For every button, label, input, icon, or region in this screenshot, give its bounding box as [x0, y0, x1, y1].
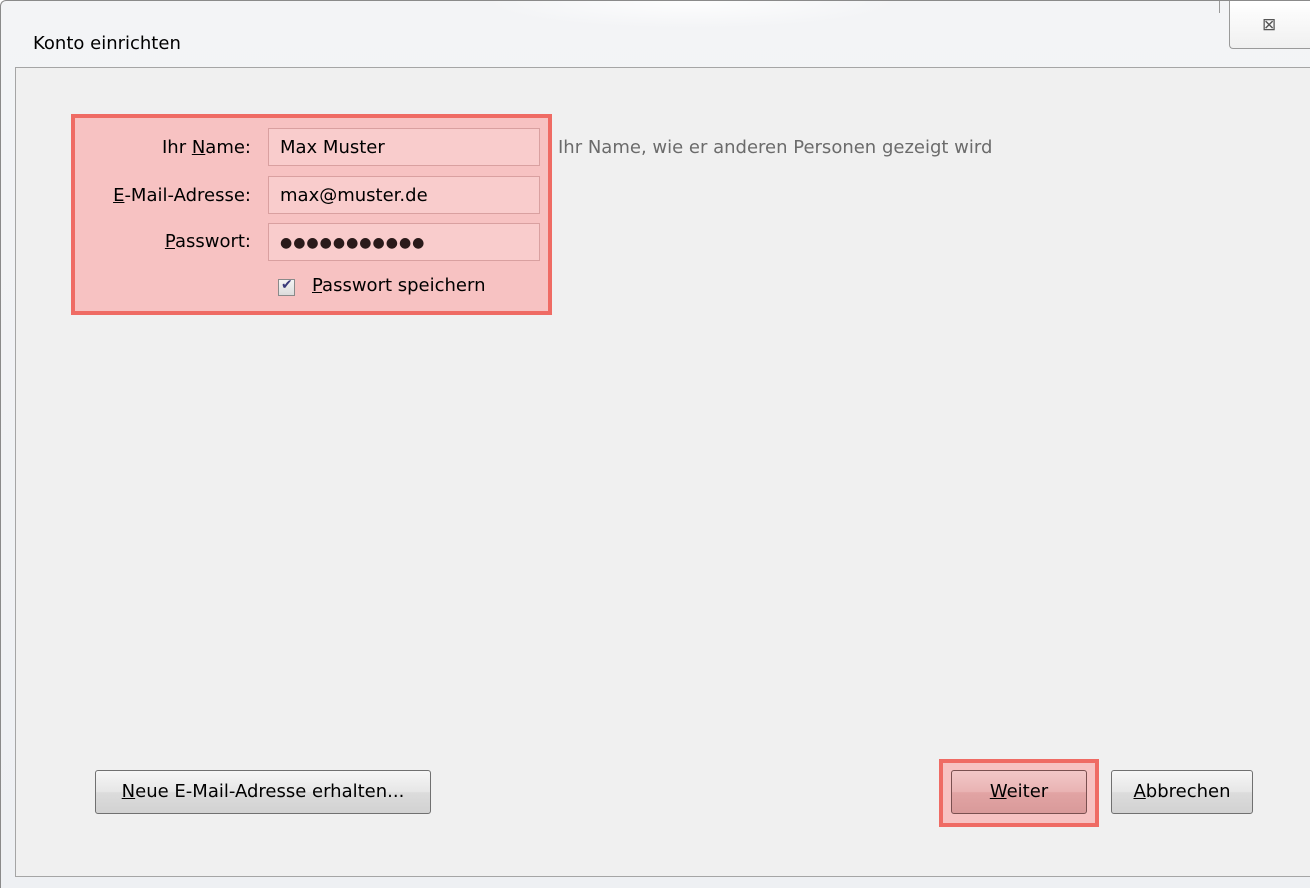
cancel-button[interactable]: Abbrechen — [1111, 770, 1253, 814]
title-bar-glare — [481, 1, 901, 29]
new-email-button[interactable]: Neue E-Mail-Adresse erhalten... — [95, 770, 431, 814]
dialog-title: Konto einrichten — [33, 33, 181, 54]
window-edge-line — [1219, 1, 1220, 13]
name-label: Ihr Name: — [161, 137, 251, 158]
close-icon: ⊠ — [1262, 15, 1277, 35]
remember-password-checkbox[interactable]: ✔ — [278, 277, 295, 296]
name-input[interactable]: Max Muster — [268, 128, 540, 166]
close-button[interactable]: ⊠ — [1229, 1, 1310, 49]
password-input[interactable]: ●●●●●●●●●●● — [268, 223, 540, 261]
email-label: E-Mail-Adresse: — [113, 185, 251, 206]
password-label: Passwort: — [164, 231, 251, 252]
remember-password-label[interactable]: Passwort speichern — [312, 275, 486, 296]
email-input[interactable]: max@muster.de — [268, 176, 540, 214]
next-button[interactable]: Weiter — [951, 770, 1087, 814]
dialog-window: ⊠ Konto einrichten Ihr Name: Max Muster … — [0, 0, 1310, 888]
checkmark-icon: ✔ — [281, 277, 293, 293]
name-hint: Ihr Name, wie er anderen Personen gezeig… — [558, 137, 993, 158]
